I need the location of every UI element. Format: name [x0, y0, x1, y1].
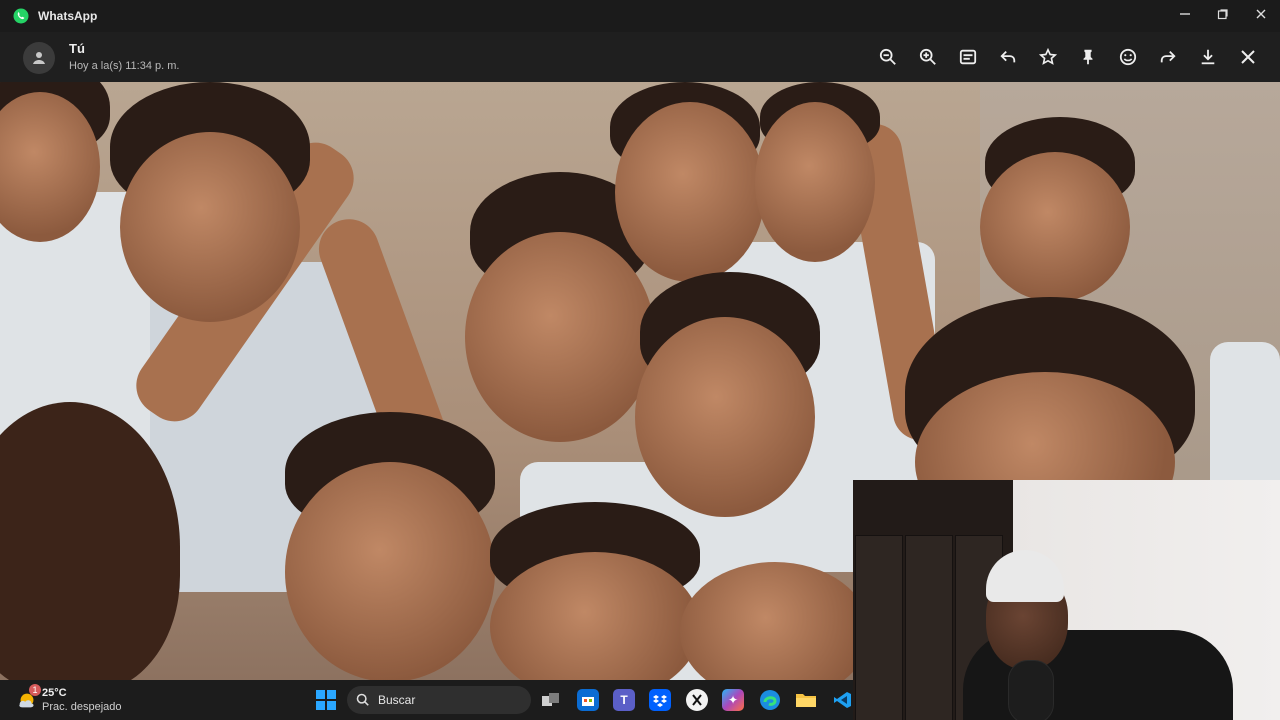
weather-temperature: 25°C	[42, 687, 67, 699]
photo-face	[120, 132, 300, 322]
photo-face	[615, 102, 765, 282]
whatsapp-logo-icon	[13, 8, 29, 24]
close-icon	[1241, 50, 1255, 64]
person-icon	[33, 52, 45, 64]
caption-button[interactable]	[956, 45, 980, 69]
folder-icon	[796, 694, 816, 707]
windows-start-icon[interactable]	[315, 689, 337, 711]
copilot-icon: ✦	[727, 693, 739, 707]
cam-door	[905, 535, 953, 720]
taskbar-search[interactable]: Buscar	[347, 686, 531, 714]
zoom-out-icon	[879, 48, 896, 65]
react-button[interactable]	[1116, 45, 1140, 69]
download-icon	[1201, 49, 1215, 65]
cam-door	[855, 535, 903, 720]
star-button[interactable]	[1036, 45, 1060, 69]
dropbox-button[interactable]	[649, 689, 671, 711]
task-view-icon	[542, 693, 559, 706]
emoji-icon	[1119, 48, 1137, 66]
caption-icon	[959, 49, 977, 65]
close-icon	[1256, 9, 1266, 19]
zoom-in-button[interactable]	[916, 45, 940, 69]
title-bar: WhatsApp	[0, 0, 1280, 32]
microphone	[1008, 660, 1054, 720]
task-view-button[interactable]	[540, 689, 562, 711]
xbox-icon	[692, 694, 702, 706]
photo-face	[980, 152, 1130, 302]
pin-icon	[1083, 49, 1093, 65]
restore-icon	[1217, 9, 1228, 20]
minimize-button[interactable]	[1166, 0, 1204, 28]
photo-face	[755, 102, 875, 262]
avatar[interactable]	[23, 42, 55, 74]
vscode-icon	[834, 692, 851, 708]
teams-button[interactable]: T	[613, 689, 635, 711]
app-name: WhatsApp	[38, 9, 98, 23]
download-button[interactable]	[1196, 45, 1220, 69]
store-button[interactable]	[577, 689, 599, 711]
windows-taskbar: 1 25°C Prac. despejado Buscar T ✦	[0, 680, 853, 720]
xbox-button[interactable]	[686, 689, 708, 711]
minimize-icon	[1180, 13, 1190, 15]
teams-icon: T	[620, 693, 628, 707]
weather-description: Prac. despejado	[42, 701, 122, 713]
close-viewer-button[interactable]	[1236, 45, 1260, 69]
file-explorer-button[interactable]	[795, 689, 817, 711]
weather-badge: 1	[29, 684, 41, 696]
edge-icon	[760, 690, 780, 710]
vscode-button[interactable]	[832, 689, 854, 711]
maximize-button[interactable]	[1204, 0, 1242, 28]
edge-button[interactable]	[759, 689, 781, 711]
pin-button[interactable]	[1076, 45, 1100, 69]
dropbox-icon	[653, 695, 667, 707]
zoom-out-button[interactable]	[876, 45, 900, 69]
star-icon	[1039, 48, 1057, 65]
reply-button[interactable]	[996, 45, 1020, 69]
photo-face	[465, 232, 655, 442]
webcam-overlay	[853, 480, 1280, 720]
media-viewer-header: Tú Hoy a la(s) 11:34 p. m.	[0, 32, 1280, 82]
forward-button[interactable]	[1156, 45, 1180, 69]
search-icon	[356, 693, 369, 706]
photo-face	[285, 462, 495, 680]
store-icon	[582, 697, 594, 706]
copilot-button[interactable]: ✦	[722, 689, 744, 711]
photo-face	[635, 317, 815, 517]
search-placeholder: Buscar	[378, 693, 416, 707]
sender-name: Tú	[69, 41, 85, 56]
forward-icon	[1160, 50, 1176, 63]
close-window-button[interactable]	[1242, 0, 1280, 28]
message-timestamp: Hoy a la(s) 11:34 p. m.	[69, 60, 180, 72]
reply-icon	[1000, 50, 1016, 63]
zoom-in-icon	[919, 48, 936, 65]
